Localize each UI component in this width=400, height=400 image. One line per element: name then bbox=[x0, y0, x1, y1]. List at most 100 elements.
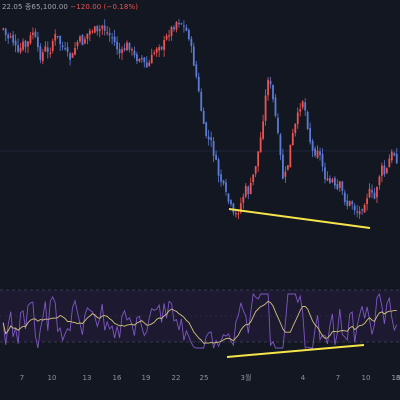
candle bbox=[316, 145, 319, 159]
candle bbox=[96, 25, 99, 36]
candle bbox=[178, 19, 180, 28]
candle bbox=[289, 144, 292, 168]
candle-body bbox=[133, 50, 136, 56]
candle bbox=[244, 183, 247, 199]
candle bbox=[319, 147, 321, 161]
candle bbox=[373, 187, 376, 200]
candle-body bbox=[274, 97, 277, 116]
candle bbox=[329, 175, 331, 184]
candle-body bbox=[9, 36, 12, 38]
candle-body bbox=[27, 41, 29, 47]
candle-body bbox=[74, 47, 76, 55]
candle-body bbox=[123, 48, 126, 51]
candle bbox=[267, 77, 269, 101]
candle bbox=[346, 194, 349, 210]
candle-body bbox=[131, 49, 133, 51]
candle-body bbox=[338, 181, 341, 188]
candle-body bbox=[304, 102, 307, 111]
candle bbox=[314, 146, 316, 158]
candle-body bbox=[272, 84, 274, 100]
candle bbox=[220, 169, 222, 187]
candle-body bbox=[59, 35, 62, 45]
candle-body bbox=[351, 201, 354, 205]
candle-body bbox=[376, 187, 378, 198]
candle-body bbox=[187, 30, 190, 40]
candle bbox=[46, 41, 49, 59]
candle bbox=[395, 147, 398, 164]
candle-body bbox=[155, 48, 158, 53]
candle bbox=[91, 29, 94, 34]
candle-body bbox=[279, 134, 282, 156]
candle bbox=[32, 27, 34, 40]
candle-body bbox=[195, 64, 198, 77]
price-trendline[interactable] bbox=[228, 208, 371, 229]
candle-body bbox=[385, 168, 388, 173]
ohlc-close: 종65,100.00 bbox=[24, 3, 68, 11]
candle-body bbox=[284, 171, 287, 177]
candle-body bbox=[106, 32, 109, 34]
candle bbox=[170, 25, 173, 41]
candle-body bbox=[178, 22, 180, 25]
candle-body bbox=[46, 47, 49, 52]
candle bbox=[202, 107, 205, 124]
candle-body bbox=[210, 137, 213, 141]
rsi-trendline[interactable] bbox=[226, 344, 365, 358]
candle bbox=[111, 32, 114, 45]
candle bbox=[299, 103, 302, 117]
candle-body bbox=[222, 180, 225, 184]
candle bbox=[190, 36, 193, 53]
candle bbox=[116, 36, 118, 55]
candle bbox=[306, 110, 309, 131]
candle-body bbox=[257, 151, 260, 167]
candle-body bbox=[135, 54, 138, 62]
candle-body bbox=[353, 205, 356, 211]
candle-body bbox=[333, 177, 336, 186]
candle-body bbox=[91, 31, 94, 33]
candle bbox=[353, 203, 356, 215]
candle bbox=[175, 21, 178, 33]
candle-body bbox=[116, 41, 118, 50]
rsi-divergence-line bbox=[226, 344, 365, 358]
candle bbox=[205, 121, 208, 139]
candle bbox=[61, 41, 64, 51]
candle-body bbox=[153, 52, 156, 54]
candle-body bbox=[145, 62, 148, 68]
candle-body bbox=[289, 144, 292, 168]
chart-canvas[interactable]: 7 10 13 16 19 22 25 3월 4 7 10 1316 bbox=[0, 0, 400, 400]
candle bbox=[259, 132, 262, 153]
candle bbox=[101, 24, 104, 35]
candle bbox=[56, 35, 59, 39]
candle bbox=[145, 56, 148, 69]
candle-body bbox=[200, 91, 203, 111]
price-panel[interactable] bbox=[0, 19, 400, 220]
candle bbox=[217, 157, 220, 183]
candle-body bbox=[237, 213, 240, 215]
candle-body bbox=[192, 46, 195, 66]
candle bbox=[150, 48, 153, 64]
candle bbox=[131, 47, 133, 56]
candle-body bbox=[12, 34, 15, 43]
trading-chart[interactable]: 7 10 13 16 19 22 25 3월 4 7 10 13 16 22.05 종65,100.00… bbox=[0, 0, 400, 400]
candle bbox=[103, 19, 106, 36]
candle bbox=[163, 35, 166, 57]
candle bbox=[74, 42, 76, 56]
candle-body bbox=[103, 25, 106, 31]
x-axis-tick-label: 22 bbox=[172, 374, 181, 382]
candle bbox=[212, 137, 215, 163]
candle bbox=[121, 46, 123, 60]
candle bbox=[361, 208, 364, 215]
candle-body bbox=[383, 165, 386, 175]
candle bbox=[383, 160, 386, 177]
candle bbox=[385, 167, 388, 175]
candle-body bbox=[373, 192, 376, 199]
candle-body bbox=[215, 154, 217, 160]
candle-body bbox=[324, 167, 326, 180]
candle bbox=[393, 151, 396, 157]
x-axis-tick-label: 10 bbox=[362, 374, 371, 382]
candle-body bbox=[343, 192, 346, 202]
candle bbox=[227, 192, 230, 205]
rsi-panel[interactable] bbox=[0, 289, 400, 349]
candle bbox=[371, 184, 373, 199]
candle bbox=[4, 27, 7, 42]
candle bbox=[84, 36, 86, 45]
